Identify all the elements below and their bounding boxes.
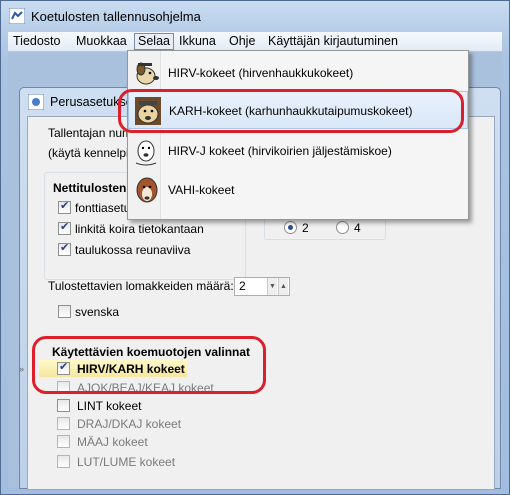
menu-item-vahi[interactable]: VAHI-kokeet xyxy=(128,171,468,209)
maaj-checkbox[interactable] xyxy=(57,435,70,448)
taulukossa-label: taulukossa reunaviiva xyxy=(75,243,191,257)
linkita-checkbox[interactable] xyxy=(58,220,71,235)
lut-checkbox[interactable] xyxy=(57,455,70,468)
lomakkeet-label: Tulostettavien lomakkeiden määrä: xyxy=(48,279,234,293)
radio-4[interactable] xyxy=(336,221,349,234)
lut-label: LUT/LUME kokeet xyxy=(77,455,176,469)
annotation-hirv-karh-highlight xyxy=(32,336,266,394)
menu-item-hirv[interactable]: HIRV-kokeet (hirvenhaukkukokeet) xyxy=(128,54,468,92)
menu-item-hirvj[interactable]: HIRV-J kokeet (hirvikoirien jäljestämisk… xyxy=(128,132,468,170)
lomakkeet-value: 2 xyxy=(239,279,246,293)
menu-selaa[interactable]: Selaa xyxy=(134,33,174,50)
svenska-label: svenska xyxy=(75,305,120,319)
menu-muokkaa[interactable]: Muokkaa xyxy=(73,34,130,49)
row-pointer-icon: » xyxy=(19,364,25,374)
svenska-checkbox[interactable] xyxy=(58,305,71,318)
app-icon xyxy=(9,8,25,24)
radio-2[interactable] xyxy=(284,221,297,234)
draj-label: DRAJ/DKAJ kokeet xyxy=(77,417,182,431)
dog-icon-hirv xyxy=(136,62,159,85)
maaj-label: MÄAJ kokeet xyxy=(77,435,148,449)
menu-ikkuna[interactable]: Ikkuna xyxy=(176,34,219,49)
draj-checkbox[interactable] xyxy=(57,417,70,430)
lomakkeet-select[interactable]: 2 ▼ ▲ xyxy=(234,277,290,296)
menu-item-vahi-label: VAHI-kokeet xyxy=(168,183,235,197)
menu-ohje[interactable]: Ohje xyxy=(226,34,258,49)
selaa-dropdown-menu: HIRV-kokeet (hirvenhaukkukokeet) KARH-ko… xyxy=(127,50,469,220)
menu-bar: Tiedosto Muokkaa Selaa Ikkuna Ohje Käytt… xyxy=(8,32,502,52)
radio-4-label: 4 xyxy=(354,221,361,235)
menu-item-hirv-label: HIRV-kokeet (hirvenhaukkukokeet) xyxy=(168,66,354,80)
title-bar[interactable]: Koetulosten tallennusohjelma xyxy=(1,1,509,31)
annotation-karh-highlight xyxy=(118,89,464,133)
taulukossa-checkbox[interactable] xyxy=(58,241,71,256)
main-window: Koetulosten tallennusohjelma Tiedosto Mu… xyxy=(0,0,510,495)
menu-tiedosto[interactable]: Tiedosto xyxy=(10,34,63,49)
dialog-icon xyxy=(28,94,44,110)
dog-icon-hirvj xyxy=(135,140,157,166)
fonttiasetus-checkbox[interactable] xyxy=(58,199,71,214)
lint-checkbox[interactable] xyxy=(57,399,70,412)
chevron-up-icon[interactable]: ▲ xyxy=(278,278,288,295)
linkita-label: linkitä koira tietokantaan xyxy=(75,222,204,236)
menu-item-hirvj-label: HIRV-J kokeet (hirvikoirien jäljestämisk… xyxy=(168,144,392,158)
nettitulosten-title: Nettitulosten u xyxy=(53,181,137,195)
chevron-down-icon[interactable]: ▼ xyxy=(267,278,277,295)
lint-label: LINT kokeet xyxy=(77,399,142,413)
menu-kayttajan-kirjautuminen[interactable]: Käyttäjän kirjautuminen xyxy=(265,34,401,49)
window-title: Koetulosten tallennusohjelma xyxy=(31,9,201,24)
dog-icon-vahi xyxy=(136,177,158,203)
radio-2-label: 2 xyxy=(302,221,309,235)
